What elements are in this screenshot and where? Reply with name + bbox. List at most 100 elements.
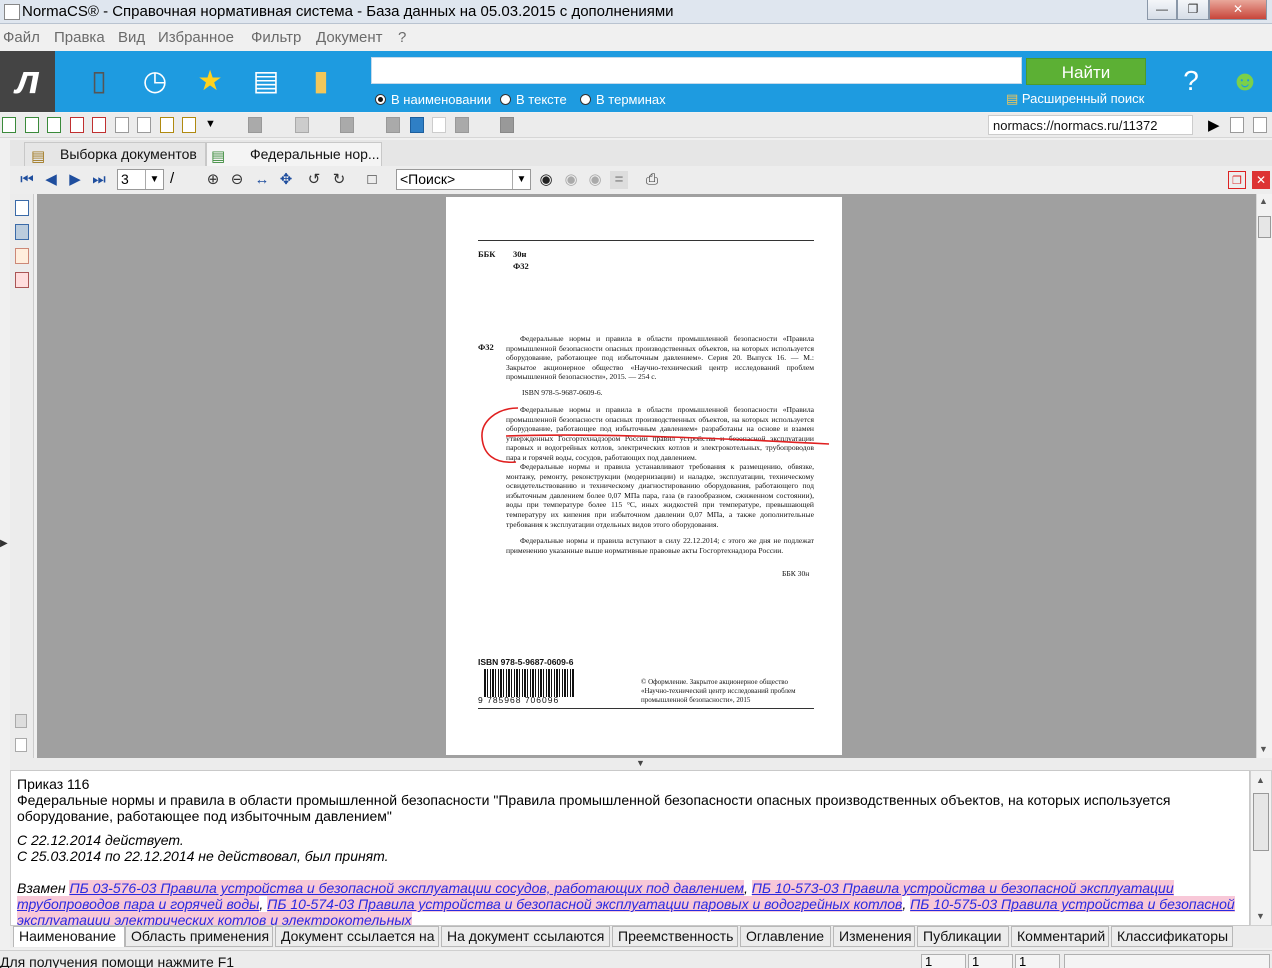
doc-icon[interactable] xyxy=(137,117,151,133)
advanced-search-link[interactable]: ▤ Расширенный поиск xyxy=(1006,91,1144,107)
window-title: NormaCS® - Справочная нормативная систем… xyxy=(22,3,674,20)
chevron-down-icon[interactable]: ▼ xyxy=(205,118,216,130)
chevron-down-icon[interactable]: ▼ xyxy=(636,758,645,768)
radio-in-terms[interactable]: В терминах xyxy=(580,92,666,107)
print-icon[interactable]: ⎙ xyxy=(643,171,661,189)
rotate-left-icon[interactable]: ↺ xyxy=(305,171,323,189)
scroll-down-icon[interactable]: ▼ xyxy=(1259,744,1268,754)
print-icon[interactable] xyxy=(340,117,354,133)
menu-view[interactable]: Вид xyxy=(118,29,145,46)
last-page-icon[interactable]: ⏭ xyxy=(90,171,108,189)
tab-publications[interactable]: Публикации xyxy=(917,926,1009,947)
book-icon[interactable]: ▯ xyxy=(84,65,114,97)
bookmarks-icon[interactable] xyxy=(15,224,29,240)
history-icon[interactable] xyxy=(15,248,29,264)
restore-doc-icon[interactable]: ❐ xyxy=(1228,171,1246,189)
radio-in-name[interactable]: В наименовании xyxy=(375,92,491,107)
doc-yellow-icon[interactable] xyxy=(160,117,174,133)
notebook-icon[interactable]: ▤ xyxy=(251,65,281,97)
menu-help[interactable]: ? xyxy=(398,29,406,46)
contents-icon[interactable] xyxy=(15,200,29,216)
doc-green-icon[interactable] xyxy=(25,117,39,133)
highlight-toggle[interactable]: = xyxy=(610,171,628,189)
page-number-field[interactable]: 3 ▼ xyxy=(117,169,164,190)
find-next-icon[interactable]: ◉ xyxy=(586,171,604,189)
tab-name[interactable]: Наименование xyxy=(13,926,125,947)
first-page-icon[interactable]: ⏮ xyxy=(18,171,36,189)
menu-document[interactable]: Документ xyxy=(316,29,383,46)
tab-selection[interactable]: ▤ Выборка документов xyxy=(24,142,206,166)
copy-icon[interactable] xyxy=(386,117,400,133)
panel-splitter[interactable]: ▼ xyxy=(10,758,1272,770)
notes-icon[interactable] xyxy=(15,272,29,288)
folder-icon[interactable]: ▮ xyxy=(306,65,336,97)
select-area-icon[interactable]: □ xyxy=(363,171,381,189)
tab-changes[interactable]: Изменения xyxy=(833,926,915,947)
tab-succession[interactable]: Преемственность xyxy=(612,926,738,947)
binoculars-icon[interactable]: ◉ xyxy=(537,171,555,189)
viewer-scrollbar[interactable]: ▲ ▼ xyxy=(1256,194,1272,758)
minimize-icon[interactable]: — xyxy=(1147,0,1177,20)
chevron-down-icon[interactable]: ▼ xyxy=(512,170,530,189)
info-scrollbar[interactable]: ▲ ▼ xyxy=(1250,770,1272,926)
zoom-in-icon[interactable]: ⊕ xyxy=(204,171,222,189)
doc-green-icon[interactable] xyxy=(2,117,16,133)
tab-federal-norms[interactable]: ▤ Федеральные нор... xyxy=(206,142,382,166)
refresh-icon[interactable] xyxy=(295,117,309,133)
history-clock-icon[interactable]: ◷ xyxy=(140,65,170,97)
user-info-icon[interactable]: ☻ xyxy=(1230,65,1260,97)
doc-red-icon[interactable] xyxy=(92,117,106,133)
menu-favorites[interactable]: Избранное xyxy=(158,29,234,46)
expand-panel-icon[interactable]: ▶ xyxy=(0,538,8,549)
tab-contents[interactable]: Оглавление xyxy=(740,926,831,947)
scroll-thumb[interactable] xyxy=(1258,216,1271,238)
scroll-thumb[interactable] xyxy=(1253,793,1269,851)
tab-refs-from[interactable]: На документ ссылаются xyxy=(441,926,610,947)
copy-link-icon[interactable] xyxy=(1230,117,1244,133)
doc-yellow-icon[interactable] xyxy=(182,117,196,133)
prev-page-icon[interactable]: ◀ xyxy=(42,171,60,189)
panel-toggle-icon[interactable] xyxy=(15,714,27,728)
paste-link-icon[interactable] xyxy=(1253,117,1267,133)
replaced-doc-link[interactable]: ПБ 03-576-03 Правила устройства и безопа… xyxy=(69,880,744,896)
tools-icon[interactable] xyxy=(455,117,469,133)
rotate-right-icon[interactable]: ↻ xyxy=(330,171,348,189)
people-icon[interactable] xyxy=(248,117,262,133)
view-mode-icon[interactable] xyxy=(410,117,424,133)
next-page-icon[interactable]: ▶ xyxy=(66,171,84,189)
replaced-doc-link[interactable]: ПБ 10-574-03 Правила устройства и безопа… xyxy=(267,896,903,912)
tab-scope[interactable]: Область применения xyxy=(125,926,273,947)
find-button[interactable]: Найти xyxy=(1026,58,1146,85)
close-doc-icon[interactable]: ✕ xyxy=(1252,171,1270,189)
blank-icon[interactable] xyxy=(432,117,446,133)
normacs-logo-icon[interactable]: л xyxy=(0,51,55,112)
search-input[interactable] xyxy=(371,57,1022,84)
doc-red-icon[interactable] xyxy=(70,117,84,133)
go-play-icon[interactable]: ▶ xyxy=(1208,116,1220,134)
close-icon[interactable]: ✕ xyxy=(1209,0,1267,20)
menu-edit[interactable]: Правка xyxy=(54,29,105,46)
tab-classifiers[interactable]: Классификаторы xyxy=(1111,926,1233,947)
fit-width-icon[interactable]: ↔ xyxy=(253,171,271,189)
scroll-down-icon[interactable]: ▼ xyxy=(1256,911,1265,921)
find-prev-icon[interactable]: ◉ xyxy=(562,171,580,189)
doc-icon[interactable] xyxy=(115,117,129,133)
fit-page-icon[interactable]: ✥ xyxy=(277,171,295,189)
tab-refs-to[interactable]: Документ ссылается на xyxy=(275,926,439,947)
menu-filter[interactable]: Фильтр xyxy=(251,29,301,46)
doc-green-icon[interactable] xyxy=(47,117,61,133)
zoom-out-icon[interactable]: ⊖ xyxy=(228,171,246,189)
scroll-up-icon[interactable]: ▲ xyxy=(1256,775,1265,785)
favorites-star-icon[interactable]: ★ xyxy=(195,65,225,97)
search-select[interactable]: <Поиск> ▼ xyxy=(396,169,531,190)
address-field[interactable]: normacs://normacs.ru/11372 xyxy=(988,115,1193,135)
panel-page-icon[interactable] xyxy=(15,738,27,752)
stop-icon[interactable] xyxy=(500,117,514,133)
maximize-icon[interactable]: ❐ xyxy=(1177,0,1209,20)
scroll-up-icon[interactable]: ▲ xyxy=(1259,196,1268,206)
tab-comment[interactable]: Комментарий xyxy=(1011,926,1109,947)
chevron-down-icon[interactable]: ▼ xyxy=(145,170,163,189)
radio-in-text[interactable]: В тексте xyxy=(500,92,567,107)
menu-file[interactable]: Файл xyxy=(3,29,40,46)
help-document-icon[interactable]: ? xyxy=(1176,65,1206,97)
